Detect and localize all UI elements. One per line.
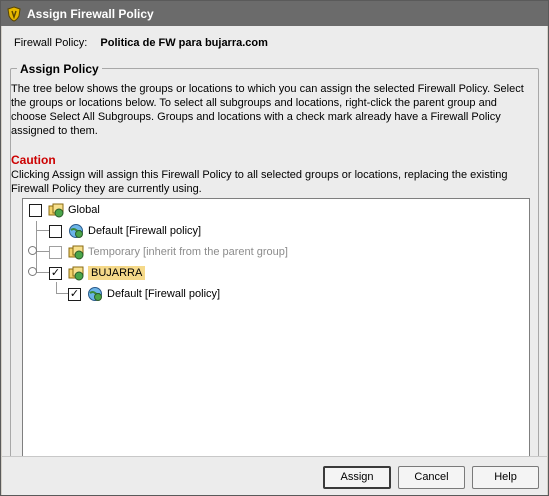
tree-item-label: Default [Firewall policy] — [107, 288, 221, 300]
tree-item-label: BUJARRA — [88, 266, 146, 280]
title-bar[interactable]: Assign Firewall Policy — [1, 1, 548, 26]
dialog-body: Firewall Policy: Politica de FW para buj… — [2, 26, 547, 476]
tree-item-temporary[interactable]: Temporary [inherit from the parent group… — [49, 242, 288, 262]
expand-bujarra-icon[interactable] — [28, 267, 37, 276]
firewall-policy-row: Firewall Policy: Politica de FW para buj… — [14, 37, 268, 49]
checkbox-global[interactable] — [29, 203, 42, 217]
firewall-policy-value: Politica de FW para bujarra.com — [100, 37, 268, 49]
tree-item-label: Temporary [inherit from the parent group… — [88, 246, 288, 258]
checkbox-default-bujarra[interactable]: ✓ — [68, 287, 81, 301]
location-icon — [68, 223, 84, 239]
tree-item-label: Global — [68, 204, 100, 216]
checkbox-temporary[interactable] — [49, 245, 62, 259]
assign-button[interactable]: Assign — [323, 466, 391, 489]
group-icon — [68, 244, 84, 260]
checkbox-default-global[interactable] — [49, 224, 62, 238]
tree-connector — [56, 293, 68, 294]
firewall-policy-label: Firewall Policy: — [14, 37, 88, 49]
shield-icon — [6, 5, 22, 22]
group-icon — [48, 202, 64, 218]
tree-item-bujarra[interactable]: ✓ BUJARRA — [49, 263, 146, 283]
cancel-button[interactable]: Cancel — [398, 466, 465, 489]
location-icon — [87, 286, 103, 302]
tree-item-label: Default [Firewall policy] — [88, 225, 202, 237]
checkbox-bujarra[interactable]: ✓ — [49, 266, 62, 280]
caution-title: Caution — [11, 153, 56, 167]
button-bar: Assign Cancel Help — [2, 456, 547, 495]
tree-item-default-global[interactable]: Default [Firewall policy] — [49, 221, 201, 241]
assign-policy-description: The tree below shows the groups or locat… — [11, 83, 524, 137]
window-title: Assign Firewall Policy — [27, 6, 154, 21]
group-icon — [68, 265, 84, 281]
tree-item-global[interactable]: Global — [29, 200, 100, 220]
tree-item-default-bujarra[interactable]: ✓ Default [Firewall policy] — [68, 284, 220, 304]
assign-policy-title: Assign Policy — [17, 62, 102, 76]
caution-text: Clicking Assign will assign this Firewal… — [11, 169, 508, 195]
assign-firewall-policy-dialog: Assign Firewall Policy Firewall Policy: … — [0, 0, 549, 496]
expand-temporary-icon[interactable] — [28, 246, 37, 255]
help-button[interactable]: Help — [472, 466, 539, 489]
group-tree[interactable]: Global Default [Firewall policy] Tempora… — [22, 198, 530, 466]
